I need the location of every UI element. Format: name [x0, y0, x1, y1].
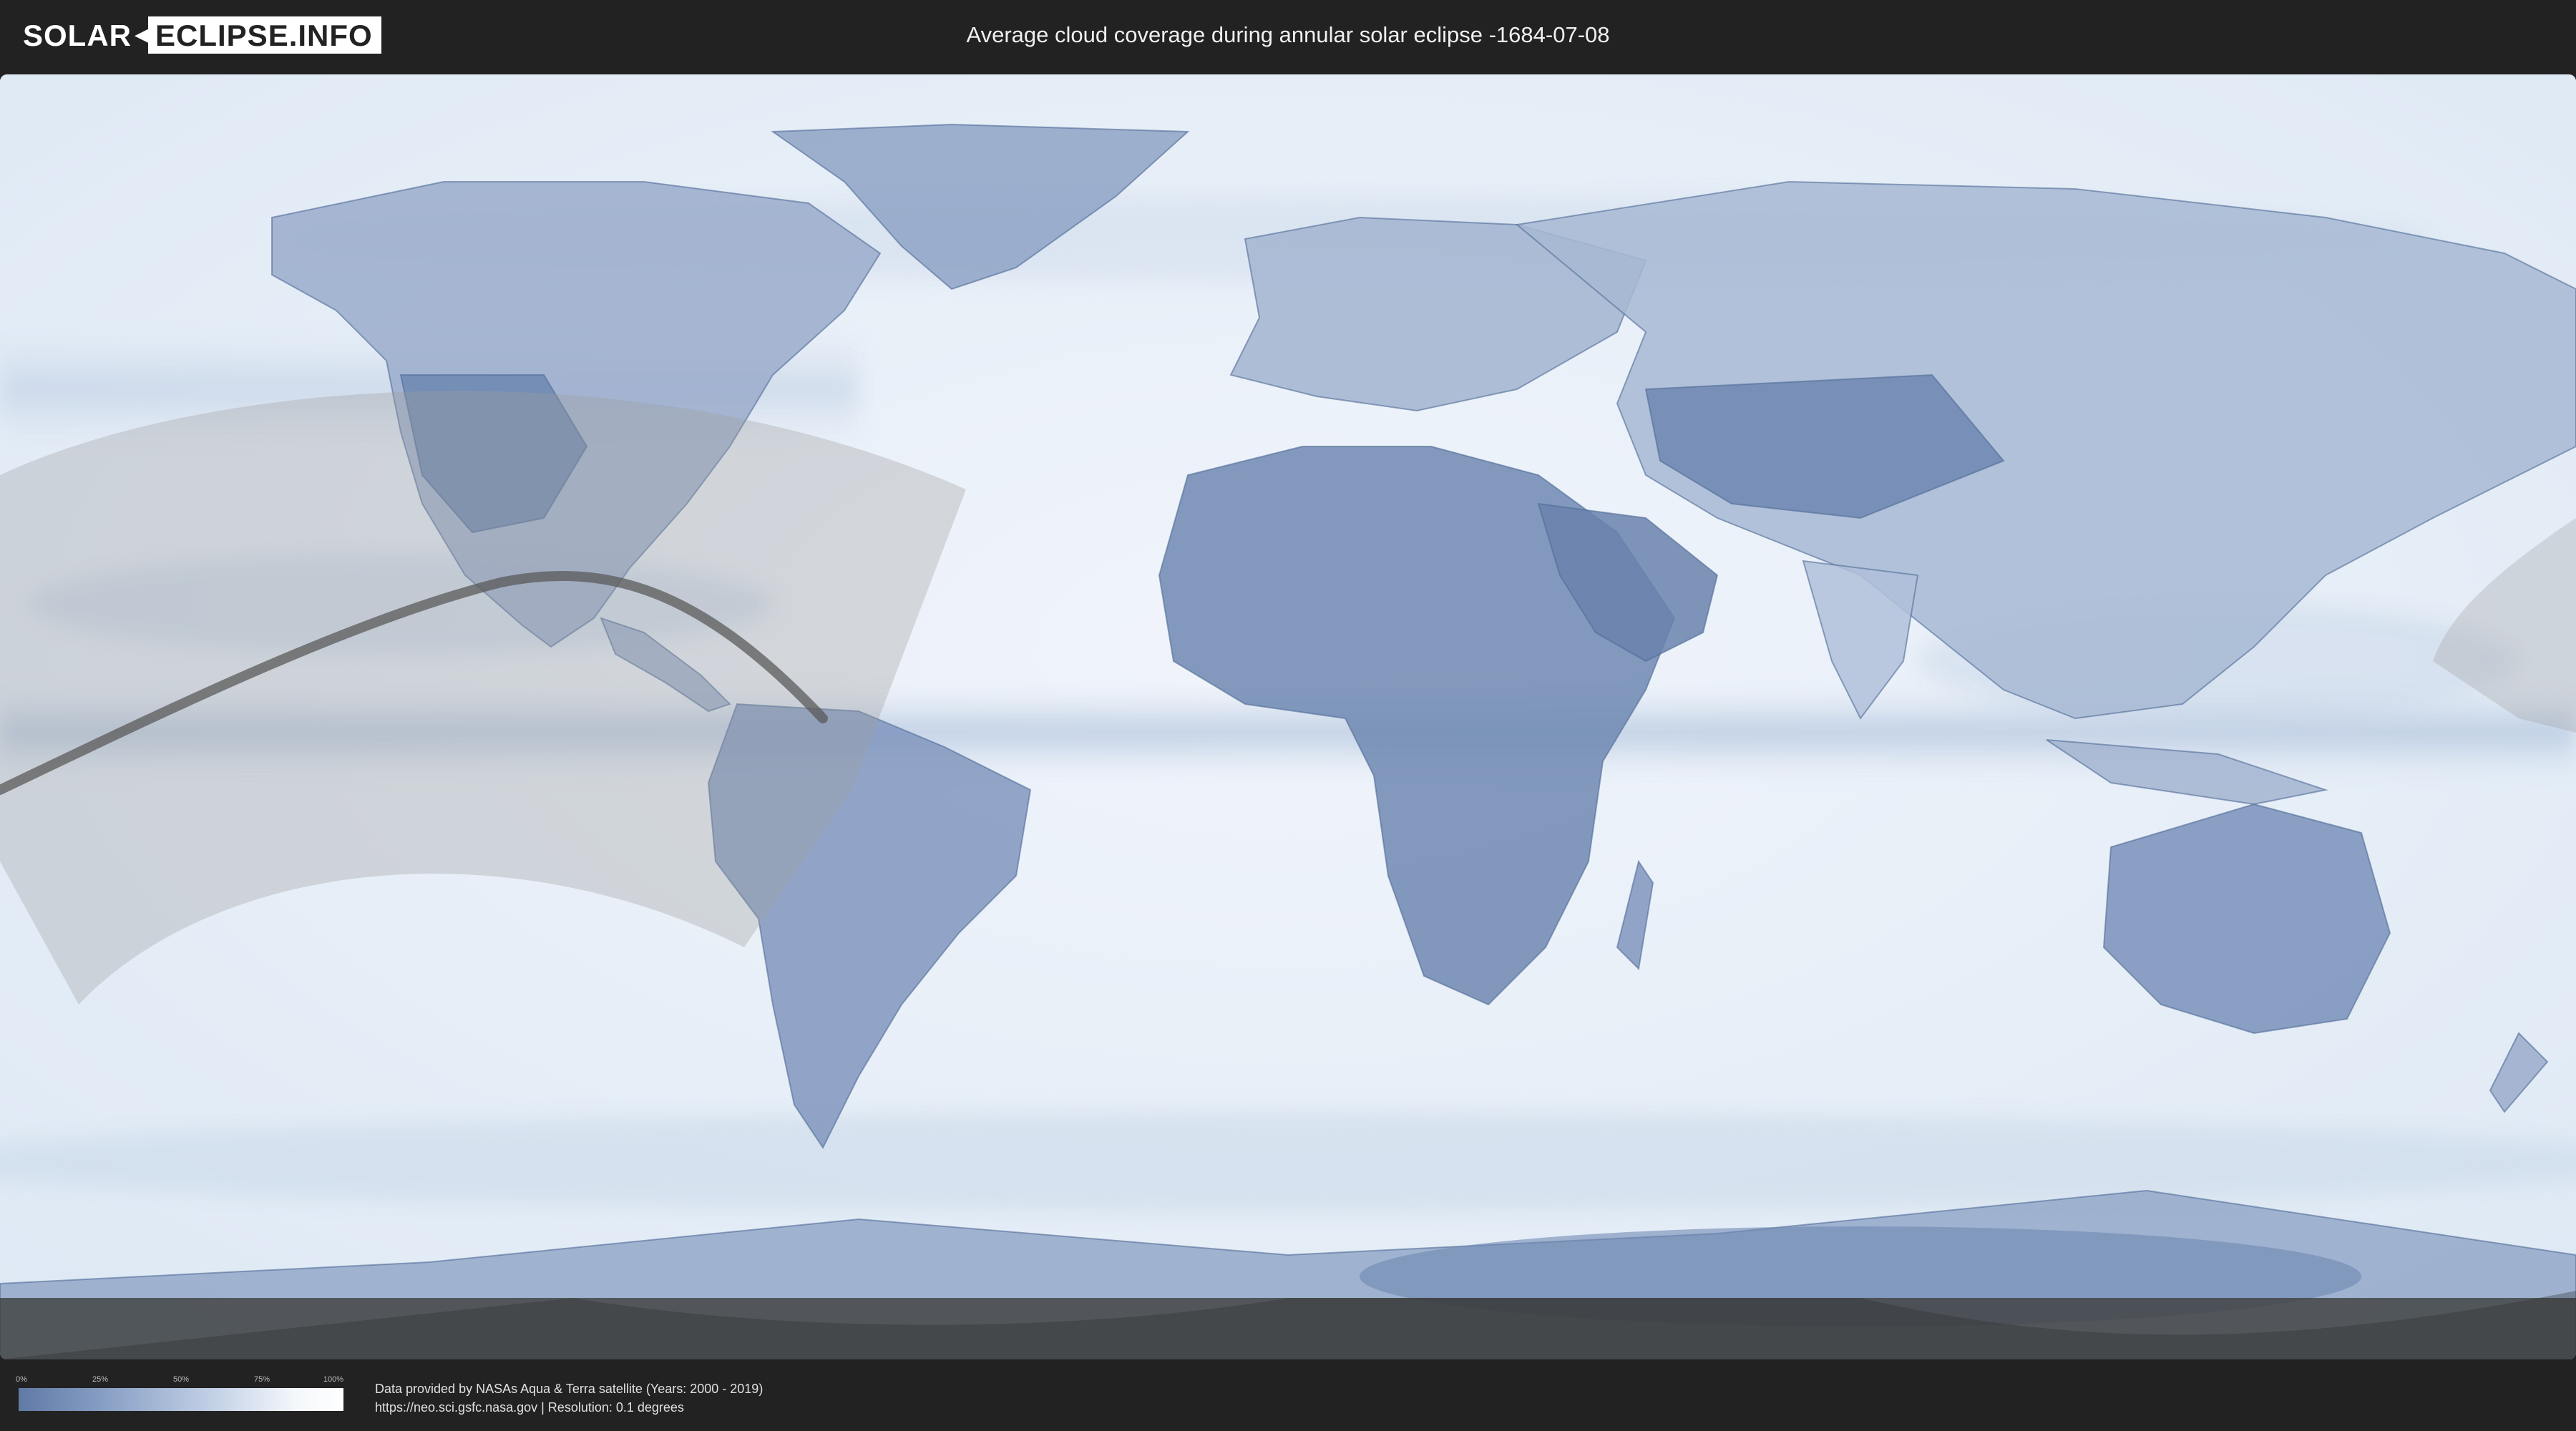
cloud-coverage-map[interactable] [0, 74, 2576, 1359]
legend-tick: 100% [323, 1375, 344, 1384]
legend-tick: 0% [16, 1375, 27, 1384]
legend-tick: 50% [172, 1375, 190, 1384]
cloud-coverage-legend: 0% 25% 50% 75% 100% [16, 1375, 344, 1411]
data-credits: Data provided by NASAs Aqua & Terra sate… [375, 1379, 763, 1417]
world-map-icon [0, 74, 2576, 1359]
page-title: Average cloud coverage during annular so… [966, 22, 1610, 47]
legend-color-bar [19, 1388, 343, 1411]
credits-link[interactable]: https://neo.sci.gsfc.nasa.gov | Resoluti… [375, 1398, 763, 1417]
legend-ticks: 0% 25% 50% 75% 100% [16, 1375, 344, 1388]
legend-tick: 75% [253, 1375, 270, 1384]
credits-source: Data provided by NASAs Aqua & Terra sate… [375, 1382, 763, 1396]
legend-tick: 25% [92, 1375, 109, 1384]
footer-bar: 0% 25% 50% 75% 100% Data provided by NAS… [0, 1359, 2576, 1431]
header-bar: SOLAR ◀ ECLIPSE.INFO Average cloud cover… [0, 0, 2576, 72]
